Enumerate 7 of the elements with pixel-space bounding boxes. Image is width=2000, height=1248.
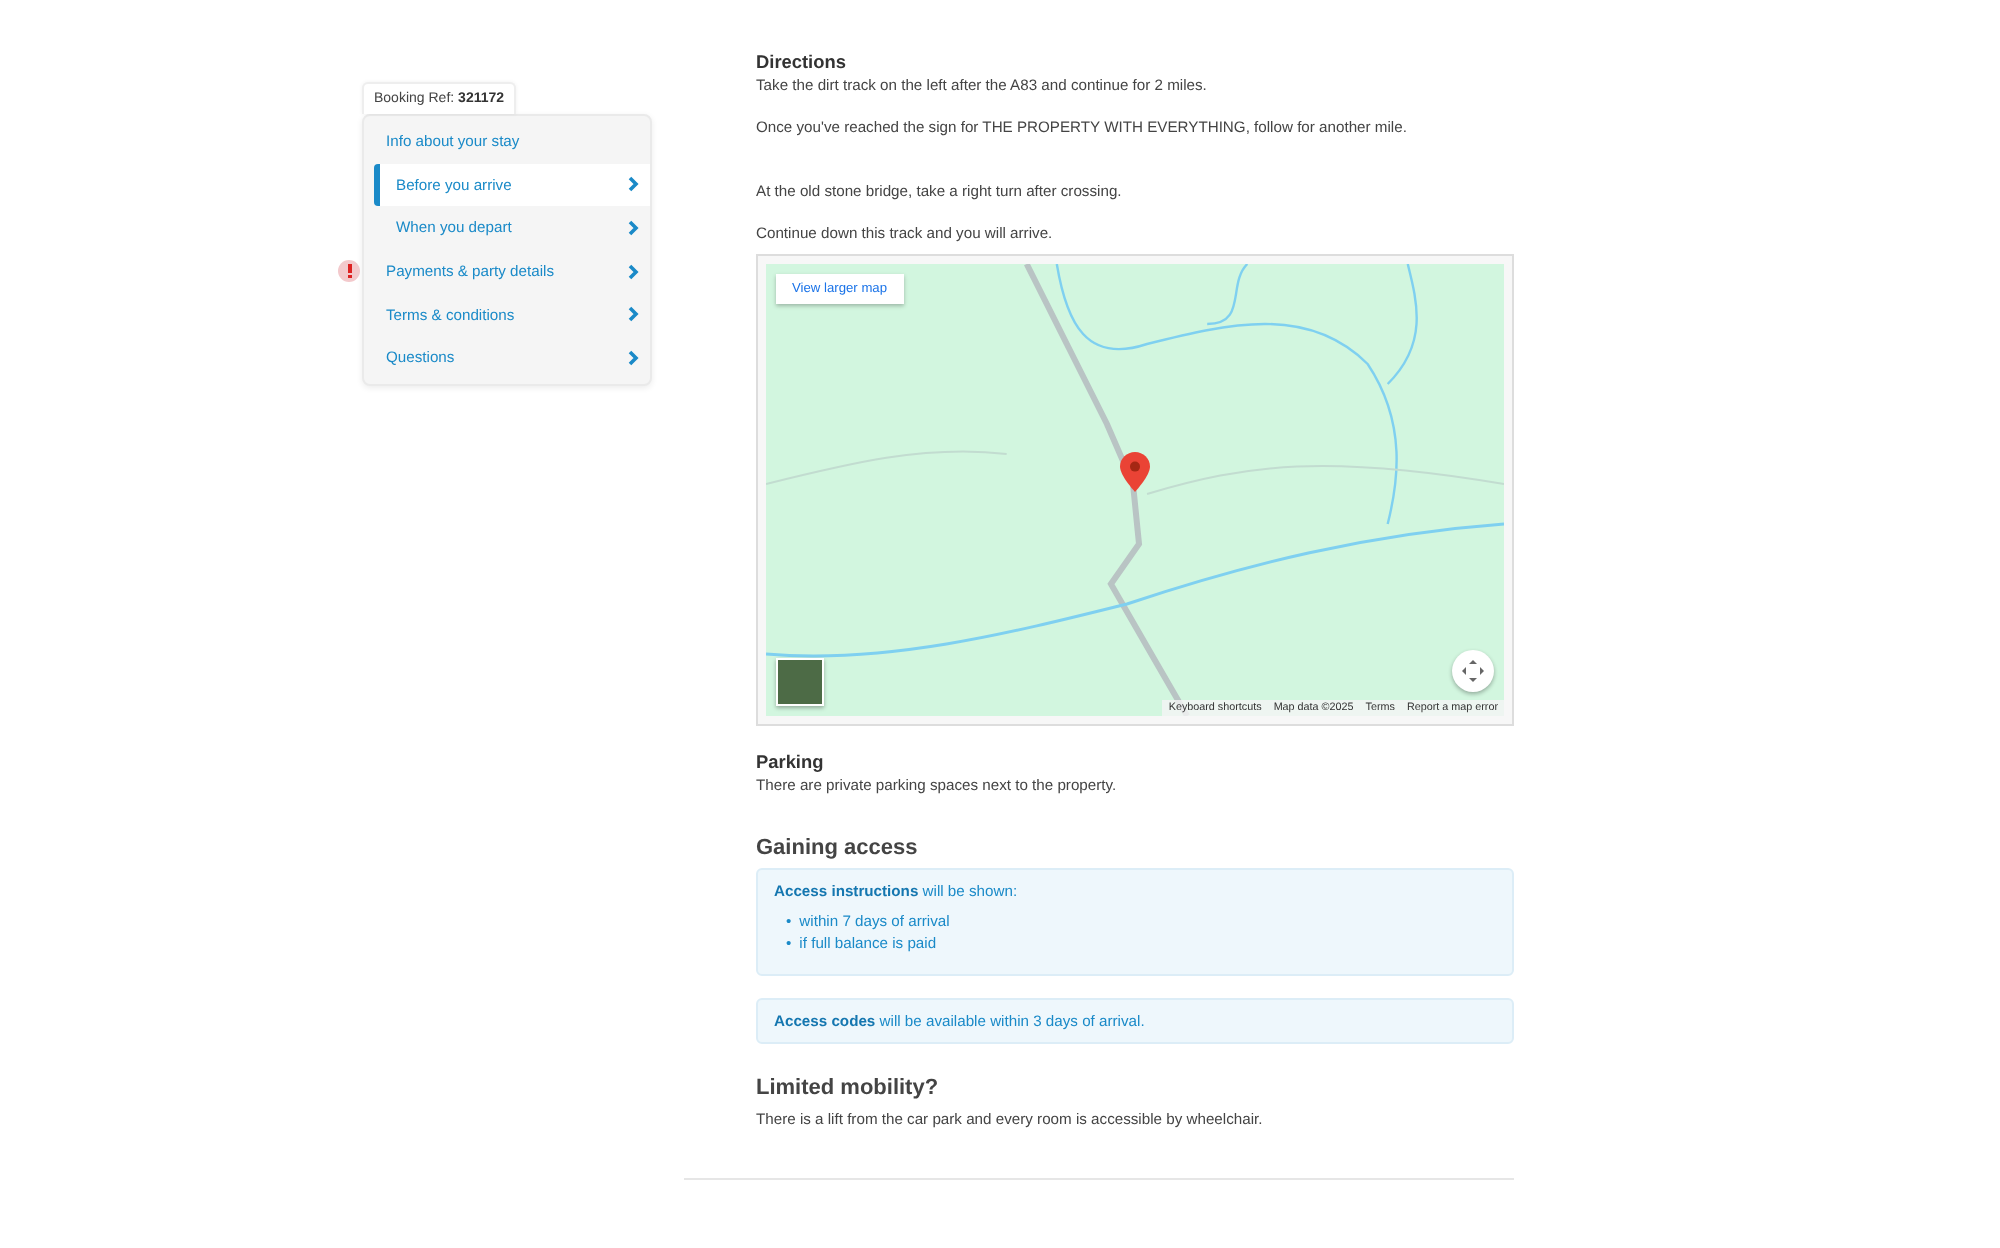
section-heading: Gaining access [756, 836, 920, 860]
satellite-thumbnail[interactable] [776, 658, 824, 706]
fullscreen-icon[interactable] [1452, 650, 1494, 692]
section-heading: Limited mobility? [756, 1076, 941, 1100]
section-heading: Parking [756, 752, 826, 772]
section-heading: Directions [756, 52, 848, 72]
map-pin-icon [1120, 452, 1150, 492]
